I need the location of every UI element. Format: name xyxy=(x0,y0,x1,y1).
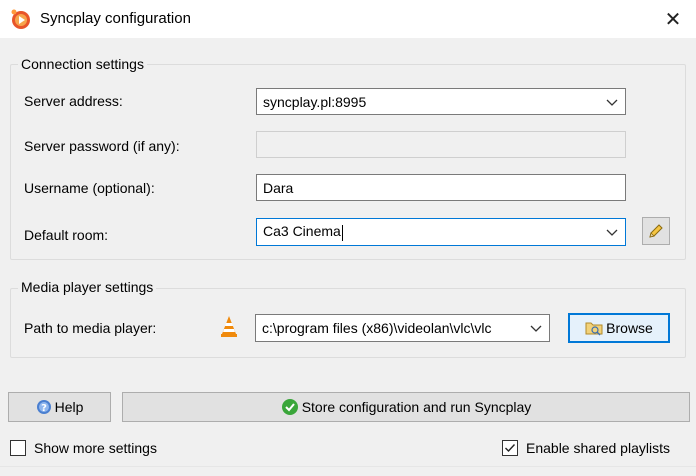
path-to-media-player-label: Path to media player: xyxy=(24,320,157,336)
checkmark-icon xyxy=(281,399,298,415)
store-and-run-label: Store configuration and run Syncplay xyxy=(301,399,532,415)
title-bar: Syncplay configuration ✕ xyxy=(0,0,696,38)
default-room-label: Default room: xyxy=(24,227,109,243)
help-label: Help xyxy=(54,399,84,415)
chevron-down-icon[interactable] xyxy=(529,321,543,335)
pencil-icon xyxy=(649,224,663,238)
media-player-path-combo[interactable]: c:\program files (x86)\videolan\vlc\vlc xyxy=(255,314,550,342)
browse-button[interactable]: Browse xyxy=(568,313,670,343)
show-more-settings-label: Show more settings xyxy=(34,440,157,456)
server-password-field[interactable] xyxy=(256,131,626,158)
default-room-combo[interactable]: Ca3 Cinema xyxy=(256,218,626,246)
bottom-edge xyxy=(0,466,696,476)
help-icon: ? xyxy=(36,400,51,414)
server-password-label: Server password (if any): xyxy=(24,138,180,154)
syncplay-logo-icon xyxy=(10,8,32,30)
server-address-combo[interactable]: syncplay.pl:8995 xyxy=(256,88,626,115)
media-player-path-value: c:\program files (x86)\videolan\vlc\vlc xyxy=(262,320,492,336)
edit-room-button[interactable] xyxy=(642,217,670,245)
close-icon: ✕ xyxy=(664,8,682,31)
folder-icon xyxy=(585,322,603,336)
username-label: Username (optional): xyxy=(24,180,155,196)
vlc-icon xyxy=(220,315,238,340)
browse-label: Browse xyxy=(606,320,653,336)
help-button[interactable]: ? Help xyxy=(8,392,111,422)
show-more-settings-box[interactable] xyxy=(10,440,26,456)
connection-settings-title: Connection settings xyxy=(18,56,147,72)
svg-text:?: ? xyxy=(41,403,47,414)
chevron-down-icon[interactable] xyxy=(605,225,619,239)
username-field[interactable]: Dara xyxy=(256,174,626,201)
media-player-settings-title: Media player settings xyxy=(18,279,157,295)
server-address-label: Server address: xyxy=(24,93,123,109)
chevron-down-icon[interactable] xyxy=(605,95,619,109)
enable-shared-playlists-checkbox[interactable]: Enable shared playlists xyxy=(502,440,670,456)
enable-shared-playlists-box[interactable] xyxy=(502,440,518,456)
username-value: Dara xyxy=(263,179,294,196)
close-button[interactable]: ✕ xyxy=(650,0,696,38)
check-icon xyxy=(505,444,516,453)
store-and-run-button[interactable]: Store configuration and run Syncplay xyxy=(122,392,690,422)
enable-shared-playlists-label: Enable shared playlists xyxy=(526,440,670,456)
default-room-value: Ca3 Cinema xyxy=(263,223,343,241)
server-address-value: syncplay.pl:8995 xyxy=(263,93,367,110)
window-title: Syncplay configuration xyxy=(40,10,191,27)
show-more-settings-checkbox[interactable]: Show more settings xyxy=(10,440,157,456)
